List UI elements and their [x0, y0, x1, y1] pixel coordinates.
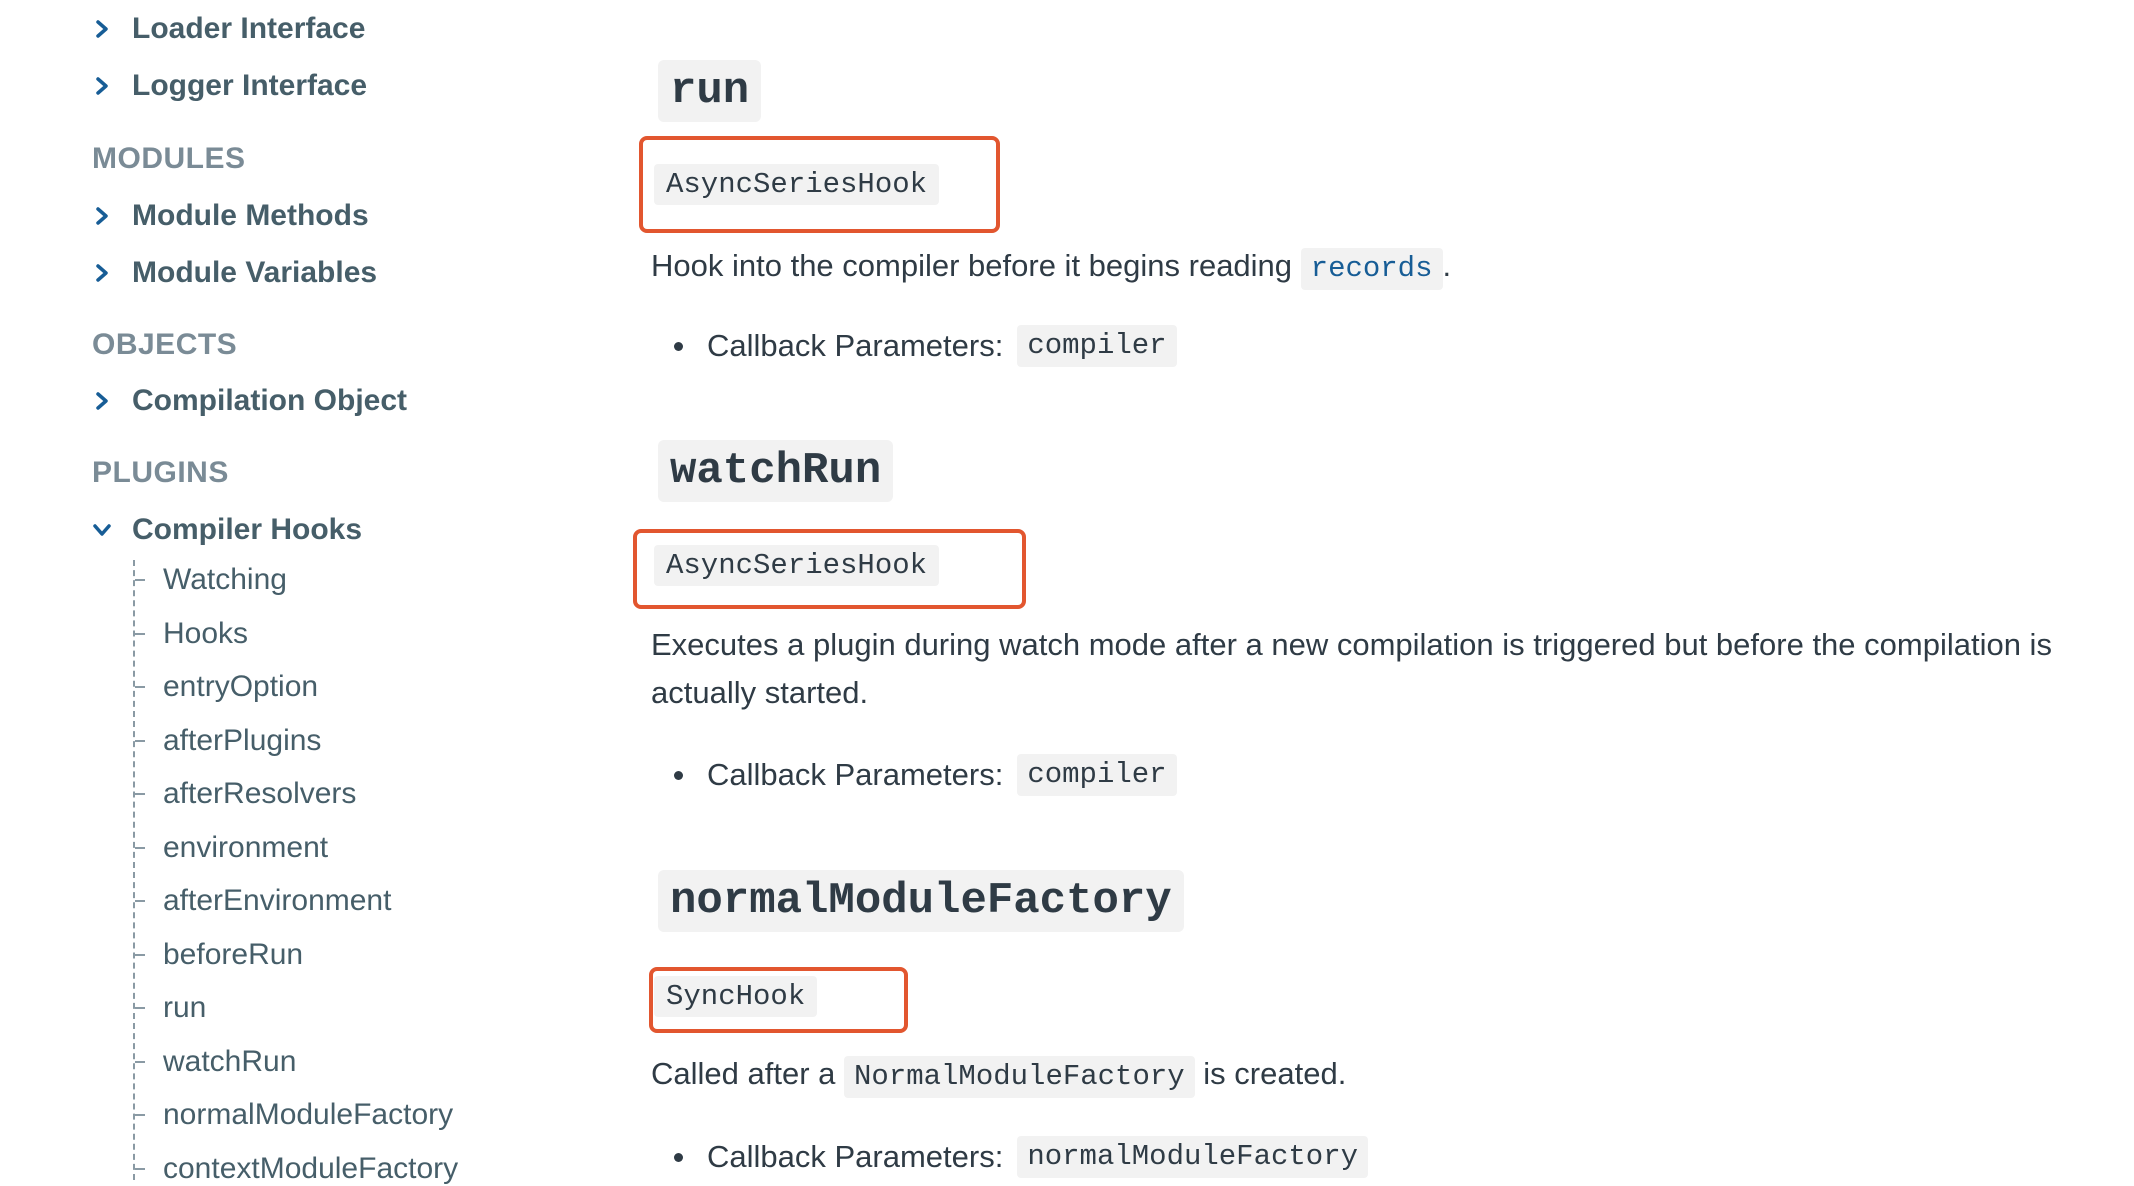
section-label-modules: MODULES: [92, 142, 246, 175]
sidebar-item-loader-interface[interactable]: Loader Interface: [92, 12, 365, 46]
sidebar-item-label: Module Methods: [132, 199, 369, 232]
tree-dash: [135, 900, 145, 902]
tree-dash: [135, 1007, 145, 1009]
sub-item-label: Watching: [163, 563, 287, 596]
callback-parameters-label: Callback Parameters:: [707, 757, 1004, 792]
sub-item-afterresolvers[interactable]: afterResolvers: [135, 777, 356, 811]
description-text: Hook into the compiler before it begins …: [651, 248, 1293, 283]
normal-module-factory-code: NormalModuleFactory: [844, 1056, 1195, 1098]
sub-item-label: normalModuleFactory: [163, 1098, 454, 1131]
tree-dash: [135, 1114, 145, 1116]
bullet-dot: [674, 770, 683, 780]
hook-description: Executes a plugin during watch mode afte…: [651, 627, 2052, 710]
chevron-right-icon: [92, 19, 112, 39]
sub-item-hooks[interactable]: Hooks: [135, 617, 248, 651]
sub-item-label: afterEnvironment: [163, 884, 392, 917]
sidebar-item-label: Compiler Hooks: [132, 513, 363, 546]
sub-item-run[interactable]: run: [135, 991, 206, 1025]
sub-item-label: environment: [163, 831, 329, 864]
sub-item-label: run: [163, 991, 207, 1024]
callback-parameter-value: compiler: [1017, 754, 1177, 796]
hook-title-normalmodulefactory: normalModuleFactory: [658, 870, 1184, 932]
sidebar-item-label: Loader Interface: [132, 12, 366, 45]
sub-item-afterplugins[interactable]: afterPlugins: [135, 724, 321, 758]
hook-description: Called after a NormalModuleFactory is cr…: [651, 1050, 2071, 1098]
chevron-right-icon: [92, 263, 112, 283]
tree-dash: [135, 793, 145, 795]
callback-parameters-label: Callback Parameters:: [707, 328, 1004, 363]
callback-parameters-item: Callback Parameters: compiler: [674, 754, 1177, 796]
hook-type-badge: AsyncSeriesHook: [654, 164, 940, 205]
sub-item-label: watchRun: [163, 1045, 297, 1078]
hook-title-run: run: [658, 60, 762, 122]
callback-parameter-value: compiler: [1017, 325, 1177, 367]
sub-item-afterenvironment[interactable]: afterEnvironment: [135, 884, 391, 918]
sub-item-entryoption[interactable]: entryOption: [135, 670, 318, 704]
sub-item-normalmodulefactory[interactable]: normalModuleFactory: [135, 1098, 453, 1132]
sidebar-item-label: Logger Interface: [132, 69, 368, 102]
tree-dash: [135, 847, 145, 849]
tree-dash: [135, 579, 145, 581]
sidebar-item-module-methods[interactable]: Module Methods: [92, 199, 369, 233]
sub-item-label: afterPlugins: [163, 724, 322, 757]
hook-title-watchrun: watchRun: [658, 440, 894, 502]
chevron-down-icon: [92, 520, 112, 540]
records-link[interactable]: records: [1300, 248, 1443, 290]
sub-item-label: beforeRun: [163, 938, 304, 971]
sub-item-watchrun[interactable]: watchRun: [135, 1045, 296, 1079]
tree-dash: [135, 740, 145, 742]
sub-item-label: afterResolvers: [163, 777, 357, 810]
hook-type-badge: SyncHook: [654, 976, 818, 1017]
sub-item-contextmodulefactory[interactable]: contextModuleFactory: [135, 1152, 458, 1186]
tree-guide-line: [133, 560, 135, 1180]
chevron-right-icon: [92, 206, 112, 226]
sidebar-item-compilation-object[interactable]: Compilation Object: [92, 384, 407, 418]
sub-item-beforerun[interactable]: beforeRun: [135, 938, 303, 972]
sidebar-item-logger-interface[interactable]: Logger Interface: [92, 69, 367, 103]
bullet-dot: [674, 1152, 683, 1162]
sub-item-watching[interactable]: Watching: [135, 563, 287, 597]
hook-type-badge: AsyncSeriesHook: [654, 545, 940, 586]
sub-item-label: entryOption: [163, 670, 319, 703]
main-content: run AsyncSeriesHook Hook into the compil…: [600, 0, 2134, 1178]
callback-parameters-label: Callback Parameters:: [707, 1139, 1004, 1174]
tree-dash: [135, 686, 145, 688]
tree-dash: [135, 1168, 145, 1170]
sub-item-label: contextModuleFactory: [163, 1152, 459, 1185]
chevron-right-icon: [92, 391, 112, 411]
sidebar: Loader Interface Logger Interface MODULE…: [0, 0, 600, 1185]
description-text: Called after a: [651, 1056, 836, 1091]
sidebar-item-compiler-hooks[interactable]: Compiler Hooks: [92, 513, 362, 547]
sidebar-item-module-variables[interactable]: Module Variables: [92, 256, 377, 290]
section-label-plugins: PLUGINS: [92, 456, 229, 489]
tree-dash: [135, 633, 145, 635]
description-text: .: [1442, 248, 1452, 283]
chevron-right-icon: [92, 76, 112, 96]
tree-dash: [135, 954, 145, 956]
callback-parameters-item: Callback Parameters: compiler: [674, 325, 1177, 367]
description-text: is created.: [1203, 1056, 1347, 1091]
bullet-dot: [674, 341, 683, 351]
tree-dash: [135, 1061, 145, 1063]
sub-item-label: Hooks: [163, 617, 249, 650]
sub-item-environment[interactable]: environment: [135, 831, 328, 865]
hook-description: Hook into the compiler before it begins …: [651, 242, 2071, 290]
sidebar-item-label: Compilation Object: [132, 384, 408, 417]
sidebar-item-label: Module Variables: [132, 256, 378, 289]
section-label-objects: OBJECTS: [92, 328, 238, 361]
